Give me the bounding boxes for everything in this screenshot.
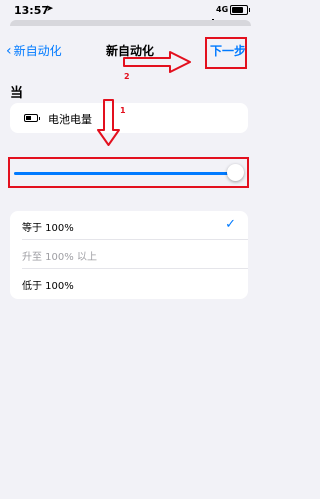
annotation-step-2: 2 [124, 72, 130, 81]
annotation-arrow-right [123, 51, 191, 73]
annotation-arrows [97, 51, 191, 146]
annotation-arrow-down [97, 99, 120, 146]
annotation-box-slider [8, 157, 249, 188]
annotation-box-next [205, 37, 247, 69]
annotation-step-1: 1 [120, 106, 126, 115]
